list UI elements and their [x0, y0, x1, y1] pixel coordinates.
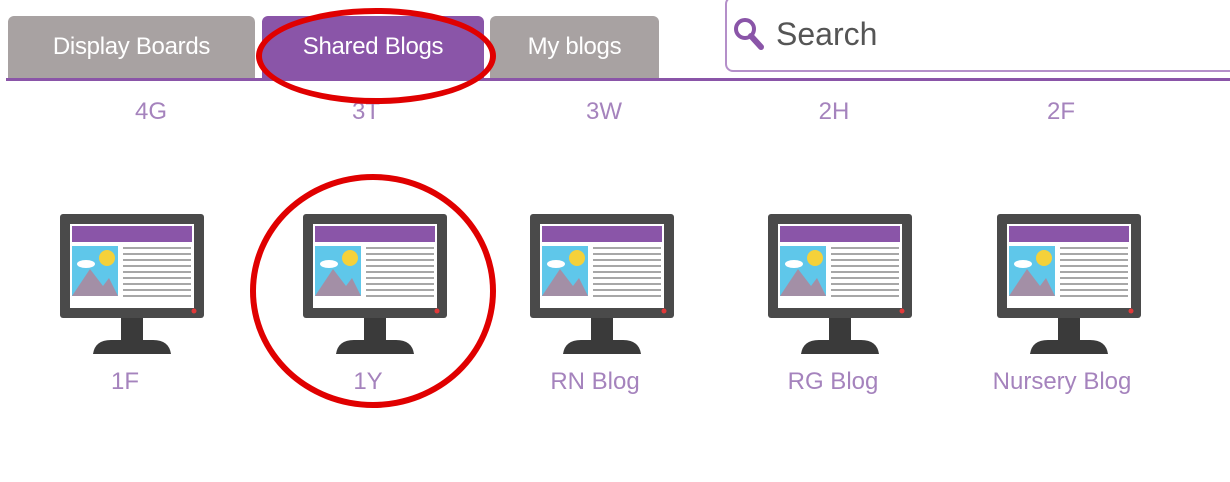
tab-underline — [6, 78, 1230, 81]
monitor-blog-icon — [768, 214, 912, 354]
blog-label-2f[interactable]: 2F — [1001, 98, 1121, 126]
blog-item-1y[interactable]: 1Y — [268, 210, 468, 400]
blog-label-3w[interactable]: 3W — [544, 98, 664, 126]
monitor-blog-icon — [530, 214, 674, 354]
blog-label-2h[interactable]: 2H — [774, 98, 894, 126]
tab-display-boards[interactable]: Display Boards — [8, 16, 255, 78]
blog-label-4g[interactable]: 4G — [91, 98, 211, 126]
blog-item-rn-blog[interactable]: RN Blog — [495, 210, 695, 400]
blog-item-rg-blog[interactable]: RG Blog — [733, 210, 933, 400]
blog-name: RN Blog — [550, 368, 640, 395]
blog-item-1f[interactable]: 1F — [25, 210, 225, 400]
blog-name: RG Blog — [787, 368, 879, 395]
search-icon[interactable] — [730, 16, 770, 56]
blog-name: 1F — [110, 368, 139, 395]
tab-shared-blogs[interactable]: Shared Blogs — [262, 16, 484, 78]
monitor-blog-icon — [303, 214, 447, 354]
tab-my-blogs[interactable]: My blogs — [490, 16, 659, 78]
blog-item-nursery-blog[interactable]: Nursery Blog — [962, 210, 1162, 400]
blog-name: Nursery Blog — [992, 368, 1132, 395]
search-input[interactable] — [776, 12, 1216, 56]
blog-label-3t[interactable]: 3T — [306, 98, 426, 126]
blog-name: 1Y — [353, 368, 383, 395]
monitor-blog-icon — [60, 214, 204, 354]
monitor-blog-icon — [997, 214, 1141, 354]
